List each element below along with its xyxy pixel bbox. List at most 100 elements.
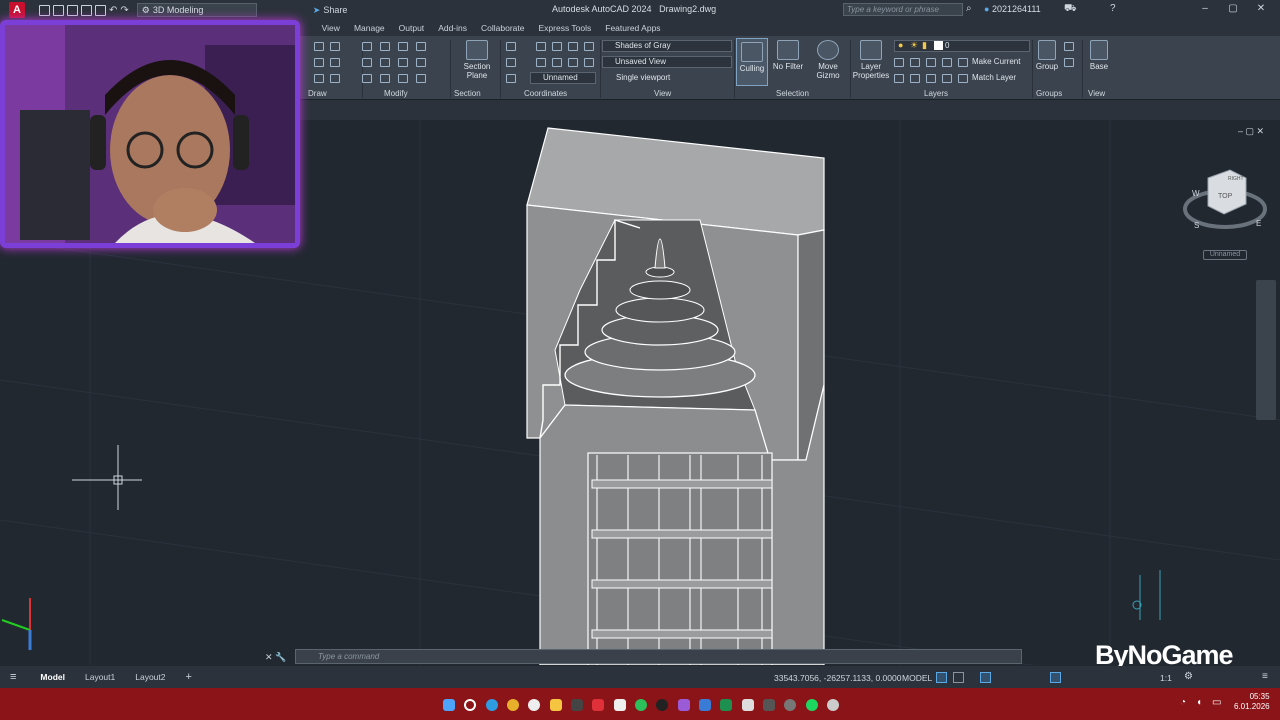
ungroup-icon[interactable] — [1064, 42, 1074, 51]
panel-label-view[interactable]: View — [654, 89, 671, 98]
viewcube-top[interactable]: TOP — [1218, 193, 1233, 200]
ucs-view-icon[interactable] — [506, 58, 516, 67]
save-as-icon[interactable] — [81, 4, 92, 16]
compass-w[interactable]: W — [1192, 189, 1200, 198]
ucs-world-icon[interactable] — [536, 42, 546, 51]
volume-icon[interactable]: ◖ — [1196, 697, 1202, 708]
no-filter-button[interactable]: No Filter — [770, 40, 806, 71]
file-explorer-icon[interactable] — [550, 699, 562, 711]
customize-icon[interactable]: ≡ — [1262, 671, 1268, 682]
panel-label-groups[interactable]: Groups — [1036, 89, 1062, 98]
ucs-y-icon[interactable] — [568, 58, 578, 67]
app-icon-4[interactable] — [784, 699, 796, 711]
menu-icon[interactable]: ≡ — [10, 671, 16, 683]
panel-label-layers[interactable]: Layers — [924, 89, 948, 98]
workspace-switcher[interactable]: ⚙ 3D Modeling — [136, 3, 257, 17]
whatsapp-icon[interactable] — [635, 699, 647, 711]
ucs-icon[interactable] — [506, 42, 516, 51]
move-gizmo-button[interactable]: Move Gizmo — [810, 40, 846, 80]
panel-label-coordinates[interactable]: Coordinates — [524, 89, 567, 98]
search-icon[interactable]: ⌕ — [966, 3, 972, 14]
obs-icon[interactable] — [656, 699, 668, 711]
make-current-button[interactable]: Make Current — [972, 57, 1020, 66]
chrome-icon[interactable] — [507, 699, 519, 711]
help-icon[interactable]: ? — [1110, 3, 1116, 14]
circle-icon[interactable] — [314, 58, 324, 67]
ucs-origin-icon[interactable] — [552, 42, 562, 51]
share-button[interactable]: ➤ Share — [313, 5, 348, 16]
match-layer-button[interactable]: Match Layer — [972, 73, 1016, 82]
annotation-scale[interactable]: 1:1 — [1160, 673, 1172, 683]
ucs-x-icon[interactable] — [584, 42, 594, 51]
polar-toggle-icon[interactable] — [1050, 672, 1061, 683]
panel-label-view-2[interactable]: View — [1088, 89, 1105, 98]
search-input[interactable]: Type a keyword or phrase — [843, 3, 963, 16]
app-icon-5[interactable] — [827, 699, 839, 711]
compass-s[interactable]: S — [1194, 221, 1199, 230]
tab-manage[interactable]: Manage — [347, 23, 392, 33]
excel-icon[interactable] — [720, 699, 732, 711]
panel-label-modify[interactable]: Modify — [384, 89, 408, 98]
user-account[interactable]: ● 2021264111 — [984, 4, 1041, 14]
stretch-icon[interactable] — [380, 74, 390, 83]
mirror-icon[interactable] — [416, 42, 426, 51]
scale-icon[interactable] — [398, 58, 408, 67]
copy-icon[interactable] — [362, 58, 372, 67]
autocad-taskbar-icon[interactable] — [592, 699, 604, 711]
building-model[interactable] — [526, 127, 825, 666]
rectangle-icon[interactable] — [314, 74, 324, 83]
layer-unlock-icon[interactable] — [942, 74, 952, 83]
visual-style-dropdown[interactable]: Shades of Gray — [602, 40, 732, 52]
command-close-icon[interactable]: ✕ 🔧 — [265, 652, 286, 663]
arc-icon[interactable] — [330, 58, 340, 67]
viewcube-right[interactable]: RIGHT — [1228, 176, 1244, 182]
ucs-named-icon[interactable] — [506, 74, 516, 83]
layer-unisolate-icon[interactable] — [910, 74, 920, 83]
grid-toggle-icon[interactable] — [936, 672, 947, 683]
app-icon-3[interactable] — [763, 699, 775, 711]
cart-icon[interactable]: ⛟ — [1064, 3, 1077, 16]
command-input[interactable]: Type a command — [295, 649, 1022, 664]
viewport-window-controls[interactable]: – ▢ ✕ — [1238, 126, 1264, 137]
redo-icon[interactable]: ↷ — [120, 5, 128, 16]
make-current-icon[interactable] — [958, 58, 968, 67]
layer-on-icon[interactable] — [894, 74, 904, 83]
battery-icon[interactable]: ▭ — [1212, 697, 1221, 708]
viewcube[interactable]: TOP RIGHT W S E — [1180, 164, 1270, 240]
ucs-object-icon[interactable] — [536, 58, 546, 67]
section-plane-button[interactable]: Section Plane — [460, 40, 494, 80]
ucs-3point-icon[interactable] — [568, 42, 578, 51]
ucs-menu-label[interactable]: Unnamed — [1203, 250, 1247, 260]
snap-toggle-icon[interactable] — [953, 672, 964, 683]
navigation-bar[interactable] — [1256, 280, 1276, 420]
spotify-icon[interactable] — [806, 699, 818, 711]
photos-icon[interactable] — [678, 699, 690, 711]
layer-off-icon[interactable] — [894, 58, 904, 67]
model-space-button[interactable]: MODEL — [902, 673, 932, 683]
tab-express-tools[interactable]: Express Tools — [532, 23, 599, 33]
layer-freeze-icon[interactable] — [926, 58, 936, 67]
undo-icon[interactable]: ↶ — [109, 5, 117, 16]
taskbar-search-icon[interactable] — [464, 699, 476, 711]
compass-e[interactable]: E — [1256, 219, 1261, 228]
save-icon[interactable] — [67, 4, 78, 16]
match-layer-icon[interactable] — [958, 74, 968, 83]
media-icon[interactable] — [571, 699, 583, 711]
windows-start-icon[interactable] — [443, 699, 455, 711]
culling-button[interactable]: Culling — [736, 38, 768, 86]
panel-label-section[interactable]: Section — [454, 89, 481, 98]
base-view-button[interactable]: Base — [1086, 40, 1112, 71]
polyline-icon[interactable] — [330, 42, 340, 51]
tab-layout2[interactable]: Layout2 — [125, 672, 175, 682]
minimize-button[interactable]: – — [1196, 3, 1214, 17]
panel-label-selection[interactable]: Selection — [776, 89, 809, 98]
tab-featured-apps[interactable]: Featured Apps — [598, 23, 667, 33]
github-icon[interactable] — [528, 699, 540, 711]
viewport-config[interactable]: Single viewport — [616, 73, 670, 82]
tab-view[interactable]: View — [315, 23, 347, 33]
tab-collaborate[interactable]: Collaborate — [474, 23, 531, 33]
layer-lock-icon[interactable] — [942, 58, 952, 67]
explode-icon[interactable] — [416, 74, 426, 83]
app-icon-2[interactable] — [742, 699, 754, 711]
tab-add-ins[interactable]: Add-ins — [431, 23, 474, 33]
